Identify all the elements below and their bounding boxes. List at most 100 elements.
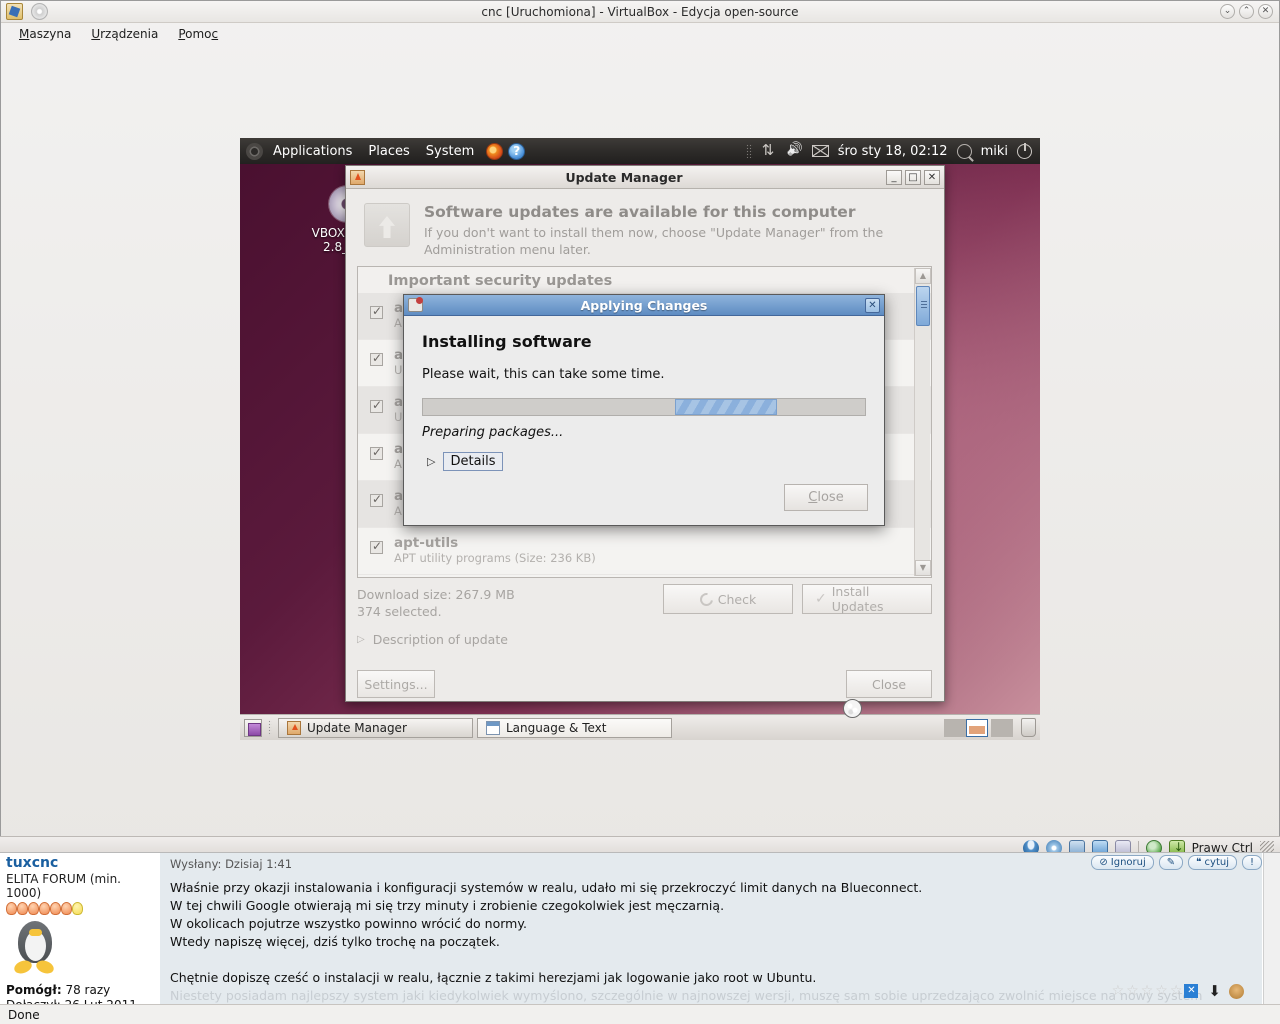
- bulb-icon: [39, 902, 50, 915]
- menu-applications[interactable]: Applications: [265, 142, 360, 161]
- star-icon[interactable]: ☆: [1141, 983, 1154, 999]
- clock[interactable]: śro sty 18, 02:12: [838, 144, 948, 159]
- chevron-right-icon: ▷: [427, 455, 436, 468]
- loading-spinner-icon: [843, 699, 862, 718]
- taskbar-item-update-manager[interactable]: Update Manager: [278, 717, 473, 738]
- package-name: a: [394, 300, 404, 316]
- ignore-button[interactable]: ⊘ Ignoruj: [1091, 855, 1154, 870]
- menu-places[interactable]: Places: [360, 142, 417, 161]
- table-row[interactable]: apt-utils APT utility programs (Size: 23…: [358, 528, 931, 575]
- package-checkbox[interactable]: [370, 492, 383, 507]
- package-list-scrollbar[interactable]: ▲ ▼: [914, 268, 931, 576]
- bulb-icon: [6, 902, 17, 915]
- menu-maszyna[interactable]: Maszyna: [9, 25, 81, 43]
- update-manager-icon: [287, 720, 301, 735]
- maximize-button[interactable]: □: [905, 169, 921, 185]
- forum-post-line: W tej chwili Google otwierają mi się trz…: [170, 898, 725, 913]
- star-icon[interactable]: ☆: [1170, 983, 1183, 999]
- scrollbar-thumb[interactable]: [916, 286, 930, 326]
- forum-post-line: Właśnie przy okazji instalowania i konfi…: [170, 880, 923, 895]
- install-updates-button[interactable]: ✓ Install Updates: [802, 584, 932, 614]
- download-arrow-icon[interactable]: ⬇: [1208, 982, 1221, 1000]
- forum-rank-bulbs: [6, 902, 152, 915]
- close-button[interactable]: Close: [846, 670, 932, 698]
- update-manager-title: Update Manager: [565, 169, 683, 185]
- package-checkbox[interactable]: [370, 539, 383, 554]
- star-icon[interactable]: ☆: [1155, 983, 1168, 999]
- close-icon[interactable]: ✕: [865, 297, 880, 313]
- bulb-icon: [72, 902, 83, 915]
- username-label[interactable]: miki: [981, 144, 1008, 159]
- package-checkbox[interactable]: [370, 304, 383, 319]
- edit-button[interactable]: ✎: [1158, 855, 1184, 870]
- selected-count-label: 374 selected.: [357, 604, 442, 619]
- menu-urzadzenia[interactable]: Urządzenia: [81, 25, 168, 43]
- browser-scrollbar[interactable]: [1263, 853, 1280, 1004]
- check-button[interactable]: Check: [663, 584, 793, 614]
- progress-bar-fill: [674, 399, 777, 415]
- minimize-button[interactable]: _: [886, 169, 902, 185]
- forum-username[interactable]: tuxcnc: [6, 855, 152, 871]
- menu-system[interactable]: System: [418, 142, 482, 161]
- forum-helped-label: Pomógł:: [6, 983, 62, 997]
- workspace-2[interactable]: [966, 718, 988, 737]
- report-button[interactable]: !: [1241, 855, 1262, 870]
- forum-rank: ELITA FORUM (min. 1000): [6, 872, 121, 900]
- forum-rating[interactable]: ☆ ☆ ☆ ☆ ☆ ✕ ⬇: [1112, 982, 1244, 1000]
- dialog-close-button[interactable]: Close: [784, 484, 868, 511]
- show-desktop-button[interactable]: [244, 718, 262, 737]
- quote-icon: ❝: [1196, 857, 1202, 868]
- window-controls: ⌄ ⌃ ✕: [1220, 4, 1273, 19]
- forum-post-line: Niestety posiadam najlepszy system jaki …: [170, 988, 1203, 1003]
- details-button[interactable]: Details: [443, 452, 503, 471]
- pencil-icon: ✎: [1166, 857, 1176, 868]
- workspace-3[interactable]: [991, 718, 1013, 737]
- install-updates-label: Install Updates: [831, 584, 884, 614]
- close-button[interactable]: ✕: [924, 169, 940, 185]
- trash-icon[interactable]: [1021, 718, 1036, 737]
- package-checkbox[interactable]: [370, 398, 383, 413]
- package-section-title: Important security updates: [358, 267, 931, 293]
- forum-post-line: Chętnie dopiszę cześć o instalacji w rea…: [170, 970, 817, 985]
- monkey-icon[interactable]: [1229, 983, 1244, 999]
- forum-post-line-blank: [170, 951, 1252, 969]
- close-button[interactable]: ✕: [1258, 4, 1273, 19]
- refresh-icon: [697, 589, 716, 609]
- bulb-icon: [17, 902, 28, 915]
- scroll-up-icon[interactable]: ▲: [915, 268, 931, 284]
- help-icon[interactable]: ?: [508, 142, 526, 160]
- taskbar-item-label: Language & Text: [506, 720, 607, 735]
- network-icon[interactable]: [762, 141, 778, 159]
- forum-post-buttons: ⊘ Ignoruj ✎ ❝ cytuj !: [1091, 855, 1262, 870]
- xmarks-icon[interactable]: ✕: [1184, 984, 1199, 998]
- volume-icon[interactable]: [787, 143, 803, 159]
- firefox-icon[interactable]: [486, 142, 504, 160]
- package-checkbox[interactable]: [370, 351, 383, 366]
- check-button-label: Check: [717, 591, 757, 607]
- maximize-button[interactable]: ⌃: [1239, 4, 1254, 19]
- user-icon[interactable]: [956, 143, 972, 159]
- forum-helped: Pomógł: 78 razy: [6, 983, 152, 998]
- mail-icon[interactable]: [811, 145, 829, 157]
- star-icon[interactable]: ☆: [1126, 983, 1139, 999]
- package-description: U: [394, 363, 403, 377]
- taskbar-item-language-text[interactable]: Language & Text: [477, 717, 672, 738]
- ubuntu-logo-icon: [246, 142, 263, 160]
- star-icon[interactable]: ☆: [1112, 983, 1125, 999]
- description-of-update-toggle[interactable]: ▷ Description of update: [357, 632, 508, 647]
- close-button-mnemonic: C: [808, 490, 818, 505]
- settings-button[interactable]: Settings...: [357, 670, 435, 698]
- progress-status-text: Preparing packages...: [422, 425, 564, 440]
- window-title: cnc [Uruchomiona] - VirtualBox - Edycja …: [481, 4, 799, 19]
- quote-button[interactable]: ❝ cytuj: [1188, 855, 1237, 870]
- gnome-bottom-panel: Update Manager Language & Text: [240, 714, 1040, 740]
- workspace-1[interactable]: [944, 718, 966, 737]
- package-checkbox[interactable]: [370, 445, 383, 460]
- power-icon[interactable]: [1017, 142, 1032, 159]
- scroll-down-icon[interactable]: ▼: [915, 560, 931, 576]
- update-manager-titlebar: Update Manager _ □ ✕: [346, 166, 944, 189]
- forum-post-body: Wysłany: Dzisiaj 1:41 Właśnie przy okazj…: [160, 853, 1262, 1004]
- menu-pomoc[interactable]: Pomoc: [168, 25, 228, 43]
- minimize-button[interactable]: ⌄: [1220, 4, 1235, 19]
- software-update-icon: [364, 203, 410, 247]
